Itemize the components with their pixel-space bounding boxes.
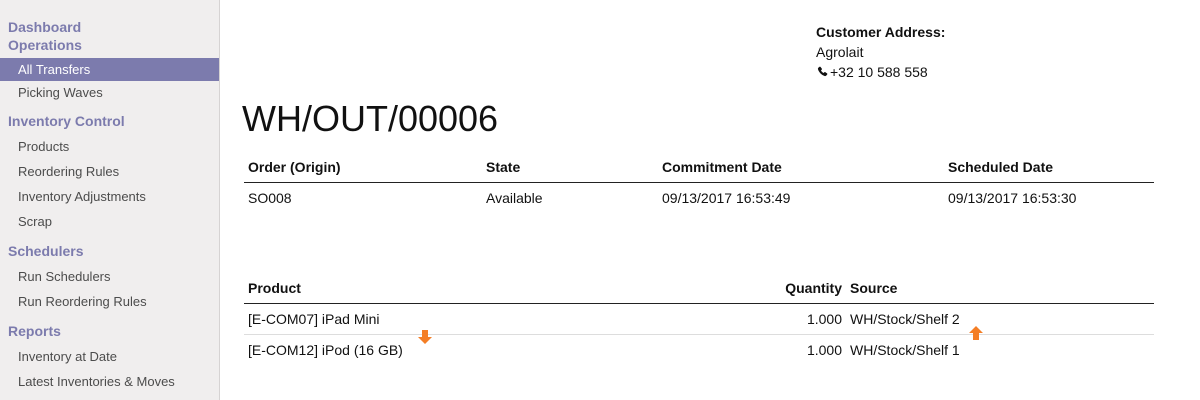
customer-name: Agrolait	[816, 44, 864, 60]
sidebar-item-all-transfers[interactable]: All Transfers	[0, 58, 219, 81]
column-header-commitment-date: Commitment Date	[662, 159, 782, 175]
column-header-product: Product	[248, 280, 301, 296]
sidebar-section-inventory-control: Inventory Control	[8, 113, 125, 129]
cell-state: Available	[486, 190, 543, 206]
column-header-order-origin: Order (Origin)	[248, 159, 341, 175]
customer-address: Customer Address: Agrolait +32 10 588 55…	[816, 22, 945, 83]
cell-commitment-date: 09/13/2017 16:53:49	[662, 190, 791, 206]
order-info-table: Order (Origin) State Commitment Date Sch…	[244, 152, 1154, 213]
column-header-quantity: Quantity	[785, 280, 842, 296]
cell-order-origin: SO008	[248, 190, 292, 206]
column-header-scheduled-date: Scheduled Date	[948, 159, 1054, 175]
table-header-row: Product Quantity Source	[244, 273, 1154, 304]
customer-phone-line: +32 10 588 558	[816, 62, 945, 83]
cell-quantity: 1.000	[806, 342, 842, 358]
phone-icon	[816, 63, 828, 83]
sidebar-section-reports: Reports	[8, 323, 61, 339]
sidebar-section-schedulers: Schedulers	[8, 243, 84, 259]
arrow-up-icon[interactable]	[969, 326, 983, 340]
sidebar: Dashboard Operations All Transfers Picki…	[0, 0, 220, 400]
table-row: [E-COM12] iPod (16 GB) 1.000 WH/Stock/Sh…	[244, 335, 1154, 366]
cell-scheduled-date: 09/13/2017 16:53:30	[948, 190, 1077, 206]
sidebar-item-latest-inventories-moves[interactable]: Latest Inventories & Moves	[0, 369, 219, 394]
sidebar-item-inventory-adjustments[interactable]: Inventory Adjustments	[0, 184, 219, 209]
cell-source: WH/Stock/Shelf 1	[850, 342, 960, 358]
table-row: [E-COM07] iPad Mini 1.000 WH/Stock/Shelf…	[244, 304, 1154, 335]
arrow-down-icon[interactable]	[418, 330, 432, 344]
product-moves-table: Product Quantity Source [E-COM07] iPad M…	[244, 273, 1154, 365]
cell-quantity: 1.000	[806, 311, 842, 327]
sidebar-item-inventory-at-date[interactable]: Inventory at Date	[0, 344, 219, 369]
sidebar-item-run-schedulers[interactable]: Run Schedulers	[0, 264, 219, 289]
sidebar-item-reordering-rules[interactable]: Reordering Rules	[0, 159, 219, 184]
sidebar-section-dashboard[interactable]: Dashboard	[0, 18, 219, 36]
cell-product: [E-COM07] iPad Mini	[248, 311, 380, 327]
sidebar-section-operations: Operations	[8, 37, 82, 53]
column-header-state: State	[486, 159, 521, 175]
column-header-source: Source	[850, 280, 898, 296]
table-header-row: Order (Origin) State Commitment Date Sch…	[244, 152, 1154, 183]
page-title: WH/OUT/00006	[242, 98, 499, 139]
sidebar-item-picking-waves[interactable]: Picking Waves	[0, 81, 219, 104]
report-content: Customer Address: Agrolait +32 10 588 55…	[220, 0, 1200, 400]
customer-phone: +32 10 588 558	[830, 64, 928, 80]
table-row: SO008 Available 09/13/2017 16:53:49 09/1…	[244, 183, 1154, 214]
sidebar-item-scrap[interactable]: Scrap	[0, 209, 219, 234]
cell-source: WH/Stock/Shelf 2	[850, 311, 960, 327]
sidebar-item-products[interactable]: Products	[0, 134, 219, 159]
cell-product: [E-COM12] iPod (16 GB)	[248, 342, 403, 358]
customer-address-label: Customer Address:	[816, 24, 946, 40]
sidebar-item-run-reordering-rules[interactable]: Run Reordering Rules	[0, 289, 219, 314]
